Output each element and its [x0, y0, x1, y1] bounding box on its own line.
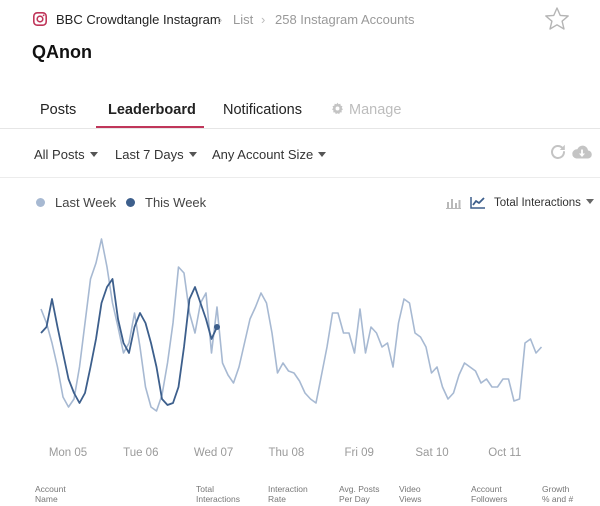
- breadcrumb-list[interactable]: List: [233, 12, 253, 28]
- legend-dot-icon: [126, 198, 135, 207]
- column-header-video-views[interactable]: Video Views: [399, 484, 422, 504]
- cloud-download-icon[interactable]: [571, 143, 593, 161]
- column-header-account-followers[interactable]: Account Followers: [471, 484, 507, 504]
- gear-icon: [332, 102, 343, 115]
- column-header-account-name[interactable]: Account Name: [35, 484, 66, 504]
- column-header-interaction-rate[interactable]: Interaction Rate: [268, 484, 308, 504]
- date-range-filter[interactable]: Last 7 Days: [115, 147, 197, 162]
- caret-down-icon: [318, 152, 327, 157]
- post-type-filter-label: All Posts: [34, 147, 85, 162]
- x-tick-label: Oct 11: [488, 447, 521, 459]
- refresh-icon[interactable]: [549, 143, 567, 161]
- breadcrumb-source[interactable]: BBC Crowdtangle Instagram: [56, 12, 221, 28]
- tab-leaderboard[interactable]: Leaderboard: [108, 102, 196, 118]
- legend-dot-icon: [36, 198, 45, 207]
- metric-select[interactable]: Total Interactions: [494, 197, 594, 209]
- instagram-icon: [33, 12, 47, 26]
- x-tick-label: Wed 07: [194, 447, 233, 459]
- column-header-growth[interactable]: Growth % and #: [542, 484, 573, 504]
- breadcrumb-separator-icon: ›: [261, 12, 266, 27]
- active-tab-indicator: [96, 126, 204, 128]
- leaderboard-column-headers: Account Name Total Interactions Interact…: [0, 482, 600, 506]
- caret-down-icon: [188, 152, 197, 157]
- tab-posts[interactable]: Posts: [40, 102, 76, 118]
- x-tick-label: Tue 06: [123, 447, 158, 459]
- breadcrumb-accounts[interactable]: 258 Instagram Accounts: [275, 12, 414, 28]
- legend-this-week[interactable]: This Week: [126, 195, 206, 210]
- column-header-avg-posts[interactable]: Avg. Posts Per Day: [339, 484, 379, 504]
- tab-bar: Posts Leaderboard Notifications Manage: [0, 96, 600, 129]
- x-tick-label: Sat 10: [415, 447, 448, 459]
- caret-down-icon: [585, 199, 594, 204]
- breadcrumb-bar: BBC Crowdtangle Instagram › List › 258 I…: [0, 0, 600, 38]
- line-chart-icon[interactable]: [470, 196, 486, 209]
- bar-chart-icon[interactable]: [446, 196, 461, 209]
- interactions-line-chart: Mon 05 Tue 06 Wed 07 Thu 08 Fri 09 Sat 10 Oct …: [40, 238, 543, 459]
- tab-manage-label: Manage: [349, 102, 402, 118]
- x-tick-label: Mon 05: [49, 447, 87, 459]
- x-tick-label: Fri 09: [344, 447, 373, 459]
- legend-last-week-label: Last Week: [55, 195, 117, 210]
- page-title: QAnon: [32, 42, 92, 62]
- legend-this-week-label: This Week: [145, 195, 207, 210]
- account-size-filter-label: Any Account Size: [212, 147, 314, 162]
- tab-notifications[interactable]: Notifications: [223, 102, 302, 118]
- x-tick-label: Thu 08: [268, 447, 304, 459]
- breadcrumb-separator-icon: ›: [218, 12, 223, 27]
- caret-down-icon: [89, 152, 98, 157]
- filter-bar: All Posts Last 7 Days Any Account Size: [0, 130, 600, 178]
- post-type-filter[interactable]: All Posts: [34, 147, 98, 162]
- date-range-filter-label: Last 7 Days: [115, 147, 184, 162]
- column-header-total-interactions[interactable]: Total Interactions: [196, 484, 240, 504]
- legend-last-week[interactable]: Last Week: [36, 195, 116, 210]
- star-icon[interactable]: [544, 6, 570, 32]
- metric-select-label: Total Interactions: [494, 197, 581, 209]
- series-line-last-week: [40, 238, 543, 412]
- account-size-filter[interactable]: Any Account Size: [212, 147, 327, 162]
- tab-manage[interactable]: Manage: [331, 102, 401, 118]
- series-endpoint-marker: [214, 324, 220, 330]
